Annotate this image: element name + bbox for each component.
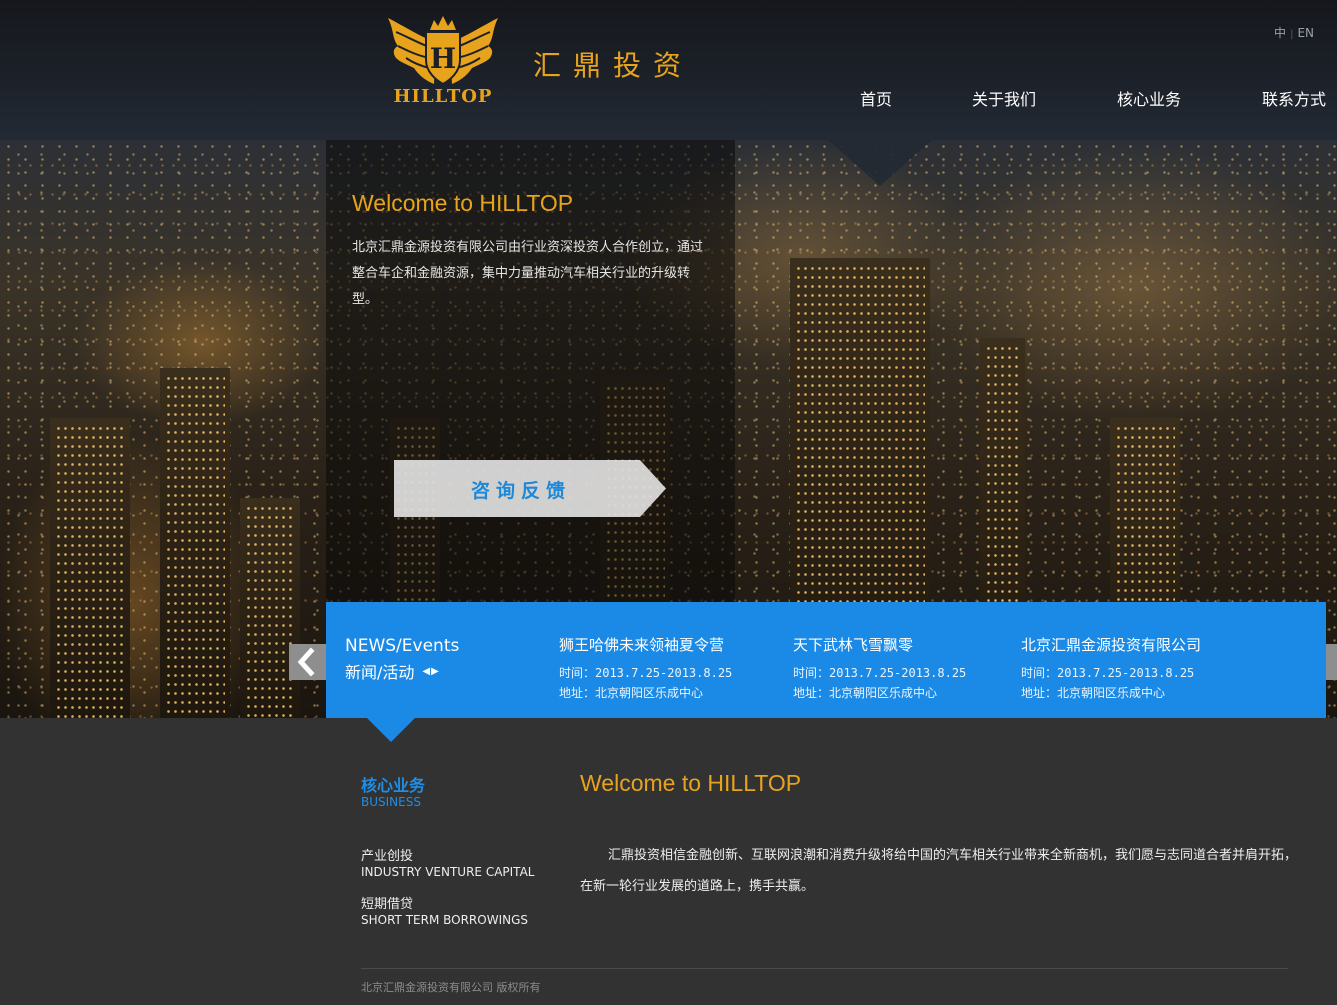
service-name-en: SHORT TERM BORROWINGS: [361, 913, 528, 927]
news-item-title[interactable]: 天下武林飞雪飘零: [793, 634, 966, 655]
news-item-address: 地址：北京朝阳区乐成中心: [1021, 686, 1166, 700]
slider-next-button[interactable]: [1326, 644, 1337, 680]
chevron-left-icon: [297, 647, 315, 677]
news-item[interactable]: 狮王哈佛未来领袖夏令营 时间：2013.7.25-2013.8.25 地址：北京…: [559, 634, 732, 703]
nav-item-home[interactable]: 首页: [860, 86, 892, 110]
news-bar: NEWS/Events 新闻/活动 ◀▶ 狮王哈佛未来领袖夏令营 时间：2013…: [326, 602, 1326, 718]
skyscraper-image: [240, 498, 300, 718]
language-switcher: 中 | EN: [1274, 24, 1314, 41]
footer-copyright: 北京汇鼎金源投资有限公司 版权所有: [361, 981, 541, 994]
news-item-time: 时间：2013.7.25-2013.8.25: [1021, 666, 1195, 680]
skyscraper-image: [50, 418, 130, 718]
lang-zh-link[interactable]: 中: [1274, 26, 1286, 40]
service-name-cn: 产业创投: [361, 849, 414, 864]
news-pointer-arrow: [367, 718, 415, 742]
slider-prev-button[interactable]: [289, 644, 326, 680]
consult-feedback-button[interactable]: 咨询反馈: [394, 460, 666, 517]
news-pager-arrows-icon[interactable]: ◀▶: [422, 666, 439, 677]
lang-en-link[interactable]: EN: [1297, 26, 1314, 40]
brand-name: 汇鼎投资: [533, 49, 694, 82]
about-description: 汇鼎投资相信金融创新、互联网浪潮和消费升级将给中国的汽车相关行业带来全新商机，我…: [580, 848, 1298, 894]
news-item-title[interactable]: 狮王哈佛未来领袖夏令营: [559, 634, 732, 655]
core-business-title: 核心业务: [361, 776, 426, 795]
news-heading: NEWS/Events 新闻/活动 ◀▶: [345, 636, 459, 683]
news-item[interactable]: 北京汇鼎金源投资有限公司 时间：2013.7.25-2013.8.25 地址：北…: [1021, 634, 1201, 703]
news-item-address: 地址：北京朝阳区乐成中心: [793, 686, 938, 700]
nav-item-contact[interactable]: 联系方式: [1262, 86, 1326, 110]
news-item-time: 时间：2013.7.25-2013.8.25: [559, 666, 733, 680]
news-heading-en: NEWS/Events: [345, 636, 460, 656]
header-notch: [828, 140, 932, 186]
news-heading-cn-row: 新闻/活动 ◀▶: [345, 659, 459, 683]
hero-description: 北京汇鼎金源投资有限公司由行业资深投资人合作创立，通过整合车企和金融资源，集中力…: [352, 240, 704, 307]
consult-button-label: 咨询反馈: [470, 480, 571, 502]
svg-text:H: H: [430, 42, 456, 75]
hero-title: Welcome to HILLTOP: [352, 190, 574, 216]
site-header: H HILLTOP 汇鼎投资 中 | EN 首页 关于我们 核心业务 联系方式: [0, 0, 1337, 140]
service-name-en: INDUSTRY VENTURE CAPITAL: [361, 865, 535, 879]
main-nav: 首页 关于我们 核心业务 联系方式: [0, 86, 1337, 110]
service-name-cn: 短期借贷: [361, 897, 414, 912]
service-item-venture[interactable]: 产业创投 INDUSTRY VENTURE CAPITAL: [361, 845, 534, 879]
footer-divider: [361, 968, 1288, 969]
news-heading-cn: 新闻/活动: [345, 663, 415, 682]
news-item-address: 地址：北京朝阳区乐成中心: [559, 686, 704, 700]
news-item-time: 时间：2013.7.25-2013.8.25: [793, 666, 967, 680]
lang-separator: |: [1290, 29, 1294, 40]
skyscraper-image: [160, 368, 230, 718]
about-title: Welcome to HILLTOP: [580, 770, 802, 796]
core-business-subtitle: BUSINESS: [361, 795, 421, 809]
news-item-title[interactable]: 北京汇鼎金源投资有限公司: [1021, 634, 1201, 655]
news-item[interactable]: 天下武林飞雪飘零 时间：2013.7.25-2013.8.25 地址：北京朝阳区…: [793, 634, 966, 703]
nav-item-business[interactable]: 核心业务: [1117, 86, 1181, 110]
service-item-borrowing[interactable]: 短期借贷 SHORT TERM BORROWINGS: [361, 893, 528, 927]
nav-item-about[interactable]: 关于我们: [972, 86, 1036, 110]
